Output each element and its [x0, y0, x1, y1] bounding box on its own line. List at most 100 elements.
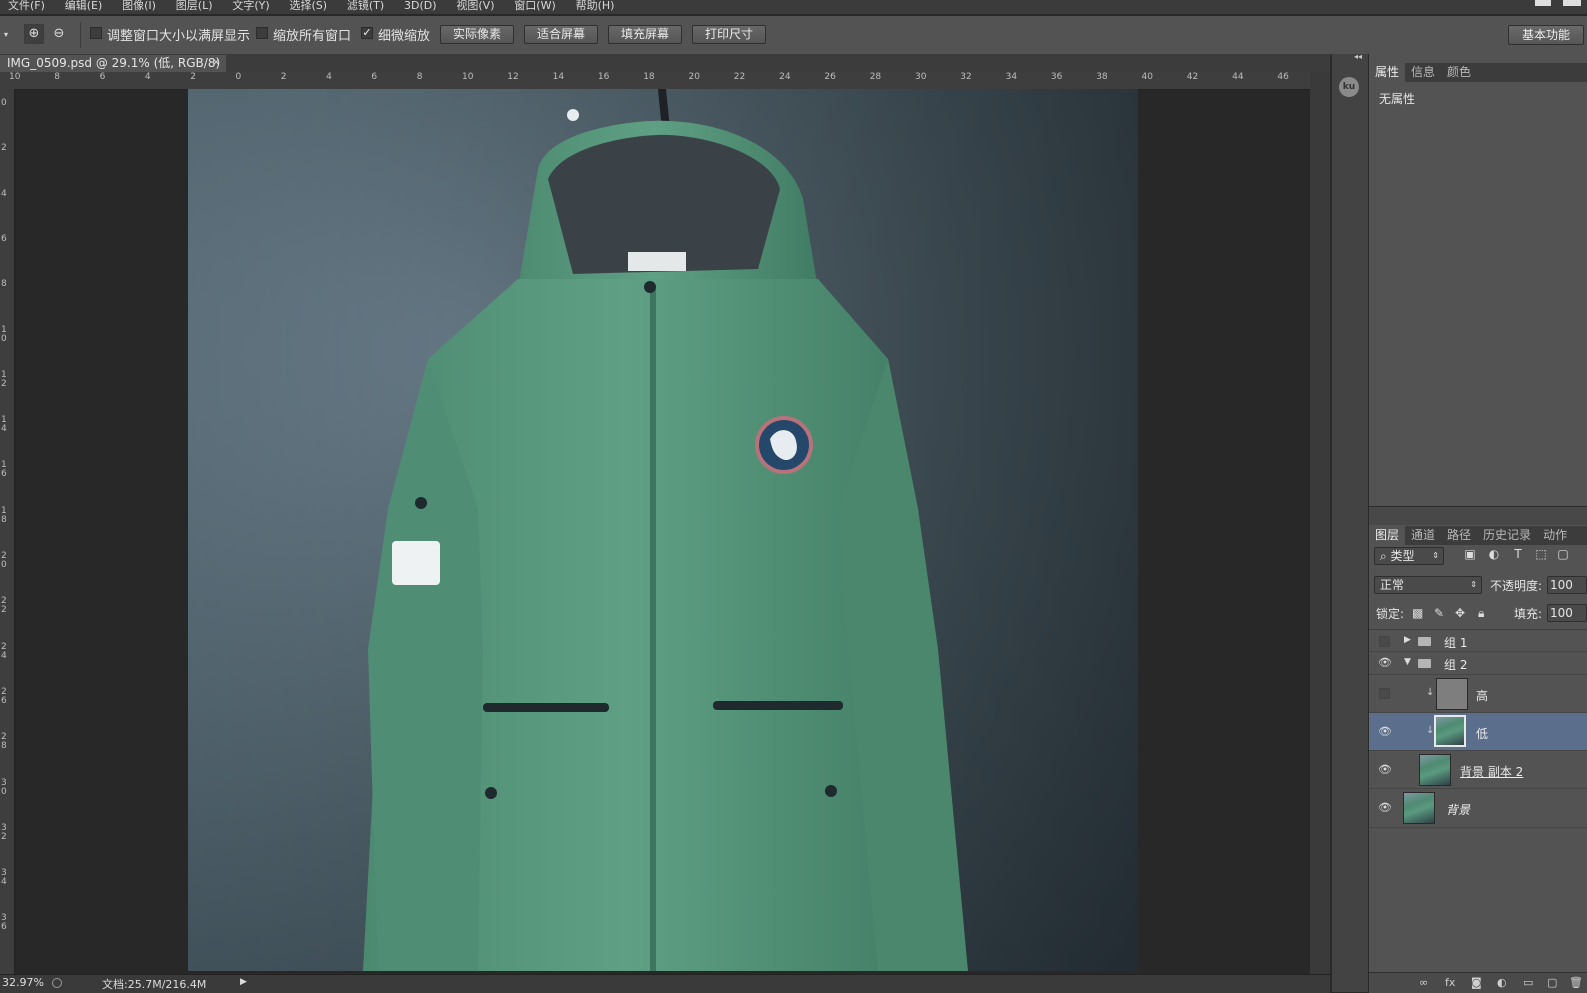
layer-row-background[interactable]: 👁︎ 背景: [1369, 789, 1587, 828]
ruler-tick-label: 4: [326, 72, 332, 82]
blend-mode-dropdown[interactable]: 正常 ⇕: [1374, 576, 1482, 594]
smart-object-filter-icon[interactable]: ▢: [1557, 548, 1569, 560]
menu-type[interactable]: 文字(Y): [224, 0, 277, 11]
opacity-input[interactable]: 100: [1547, 576, 1587, 594]
status-menu-arrow-icon[interactable]: ▶: [240, 977, 247, 987]
menu-bar: 文件(F) 编辑(E) 图像(I) 图层(L) 文字(Y) 选择(S) 滤镜(T…: [0, 0, 1587, 14]
delete-layer-icon[interactable]: 🗑︎: [1569, 976, 1583, 989]
layer-thumbnail: [1403, 792, 1435, 824]
ruler-tick-label: 44: [1232, 72, 1244, 82]
lock-all-icon[interactable]: 🔒︎: [1478, 606, 1484, 621]
ruler-tick-label: 14: [552, 72, 565, 82]
ruler-tick-label: 18: [1, 505, 7, 525]
menu-help[interactable]: 帮助(H): [568, 0, 623, 11]
close-tab-icon[interactable]: ×: [212, 55, 220, 71]
eye-icon[interactable]: 👁︎: [1378, 726, 1392, 738]
layer-filter-dropdown[interactable]: ⌕ 类型 ⇕: [1374, 547, 1444, 565]
adjustment-filter-icon[interactable]: ◐: [1488, 548, 1500, 560]
ruler-tick-label: 32: [960, 72, 972, 82]
scrubby-zoom-label: 细微缩放: [378, 29, 431, 44]
ruler-tick-label: 4: [144, 72, 151, 82]
ruler-tick-label: 32: [1, 822, 7, 842]
ruler-tick-label: 2: [280, 72, 287, 82]
zoom-all-windows-checkbox[interactable]: [256, 27, 268, 39]
document-tab[interactable]: IMG_0509.psd @ 29.1% (低, RGB/8) *: [0, 55, 226, 86]
tab-actions[interactable]: 动作: [1537, 526, 1573, 545]
layer-thumbnail: [1434, 715, 1466, 747]
new-group-icon[interactable]: ▭: [1523, 976, 1533, 989]
tab-channels[interactable]: 通道: [1405, 526, 1441, 545]
eye-icon[interactable]: 👁︎: [1378, 764, 1392, 776]
pixel-filter-icon[interactable]: ▣: [1464, 548, 1476, 560]
layer-row-background-copy-2[interactable]: 👁︎ 背景 副本 2: [1369, 751, 1587, 789]
collapse-triangle-icon[interactable]: ▼: [1404, 657, 1411, 667]
horizontal-ruler[interactable]: 10 8 6 4 2 0 2 4 6 8 10 12 14 16 18 20 22 24 26 28 30 32 34 36 3…: [0, 72, 1330, 90]
eye-icon[interactable]: 👁︎: [1378, 657, 1392, 669]
zoom-all-windows-label: 缩放所有窗口: [273, 29, 352, 44]
menu-select[interactable]: 选择(S): [281, 0, 335, 11]
layer-row-group-2[interactable]: 👁︎ ▼ 组 2: [1369, 652, 1587, 675]
document-size: 文档:25.7M/216.4M: [102, 978, 207, 991]
layer-style-icon[interactable]: fx: [1445, 976, 1455, 989]
menu-image[interactable]: 图像(I): [114, 0, 164, 11]
print-size-button[interactable]: 打印尺寸: [692, 25, 766, 44]
ruler-tick-label: 12: [1, 369, 7, 389]
type-filter-icon[interactable]: T: [1512, 548, 1524, 560]
tool-preset-dropdown-icon[interactable]: ▾: [4, 30, 8, 39]
panel-divider[interactable]: [1369, 506, 1587, 525]
visibility-toggle-off[interactable]: [1379, 688, 1390, 699]
ruler-tick-label: 28: [1, 732, 7, 752]
vertical-ruler[interactable]: 0 2 4 6 8 10 12 14 16 18 20 22 24 26 28 30 32 34 36: [0, 89, 15, 974]
layer-filter-value: 类型: [1390, 549, 1415, 563]
close-window-button[interactable]: [1563, 0, 1581, 6]
fill-input[interactable]: 100: [1547, 604, 1587, 622]
menu-file[interactable]: 文件(F): [0, 0, 53, 11]
menu-layer[interactable]: 图层(L): [168, 0, 221, 11]
lock-position-icon[interactable]: ✥: [1455, 606, 1465, 620]
add-mask-icon[interactable]: ◙: [1471, 976, 1482, 989]
layer-row-group-1[interactable]: ▶ 组 1: [1369, 629, 1587, 652]
tab-properties[interactable]: 属性: [1369, 63, 1406, 82]
workspace-switcher[interactable]: 基本功能: [1508, 25, 1584, 45]
visibility-toggle-off[interactable]: [1379, 636, 1390, 647]
layer-row-low-selected[interactable]: 👁︎ ↓ 低: [1369, 713, 1587, 751]
new-layer-icon[interactable]: ▢: [1547, 976, 1557, 989]
fill-screen-button[interactable]: 填充屏幕: [608, 25, 682, 44]
ruler-tick-label: 36: [1, 913, 7, 933]
menu-view[interactable]: 视图(V): [448, 0, 502, 11]
tab-history[interactable]: 历史记录: [1477, 526, 1537, 545]
resize-windows-checkbox[interactable]: [90, 27, 102, 39]
tab-color[interactable]: 颜色: [1441, 63, 1477, 82]
lock-brush-icon[interactable]: ✎: [1434, 606, 1444, 620]
ku-plugin-button[interactable]: ku: [1339, 77, 1359, 97]
zoom-out-icon[interactable]: ⊖: [49, 24, 69, 44]
expand-triangle-icon[interactable]: ▶: [1404, 635, 1411, 645]
menu-filter[interactable]: 滤镜(T): [339, 0, 392, 11]
zoom-level[interactable]: 32.97%: [2, 976, 44, 989]
tab-layers[interactable]: 图层: [1369, 526, 1406, 545]
actual-pixels-button[interactable]: 实际像素: [440, 25, 514, 44]
lock-transparent-icon[interactable]: ▩: [1412, 606, 1423, 620]
layer-row-high[interactable]: ↓ 高: [1369, 675, 1587, 713]
menu-edit[interactable]: 编辑(E): [57, 0, 111, 11]
scrubby-zoom-checkbox[interactable]: ✓: [361, 27, 373, 39]
ruler-tick-label: 6: [1, 233, 7, 244]
document-canvas[interactable]: [188, 89, 1138, 971]
resize-windows-label: 调整窗口大小以满屏显示: [107, 29, 251, 44]
status-info-icon[interactable]: [52, 978, 62, 988]
menu-window[interactable]: 窗口(W): [506, 0, 563, 11]
panel-dock-strip: [1331, 54, 1369, 992]
ruler-tick-label: 26: [824, 72, 836, 82]
zoom-in-icon[interactable]: ⊕: [24, 24, 44, 44]
eye-icon[interactable]: 👁︎: [1378, 802, 1392, 814]
tab-info[interactable]: 信息: [1405, 63, 1441, 82]
tab-paths[interactable]: 路径: [1441, 526, 1477, 545]
link-layers-icon[interactable]: ∞: [1419, 976, 1428, 989]
restore-window-button[interactable]: [1535, 0, 1551, 6]
shape-filter-icon[interactable]: ⬚: [1535, 548, 1547, 560]
menu-3d[interactable]: 3D(D): [396, 0, 445, 11]
collapse-panels-icon[interactable]: ◂◂: [1354, 52, 1362, 61]
vertical-scrollbar[interactable]: [1310, 72, 1330, 974]
fit-screen-button[interactable]: 适合屏幕: [524, 25, 598, 44]
new-adjustment-icon[interactable]: ◐: [1497, 976, 1507, 989]
